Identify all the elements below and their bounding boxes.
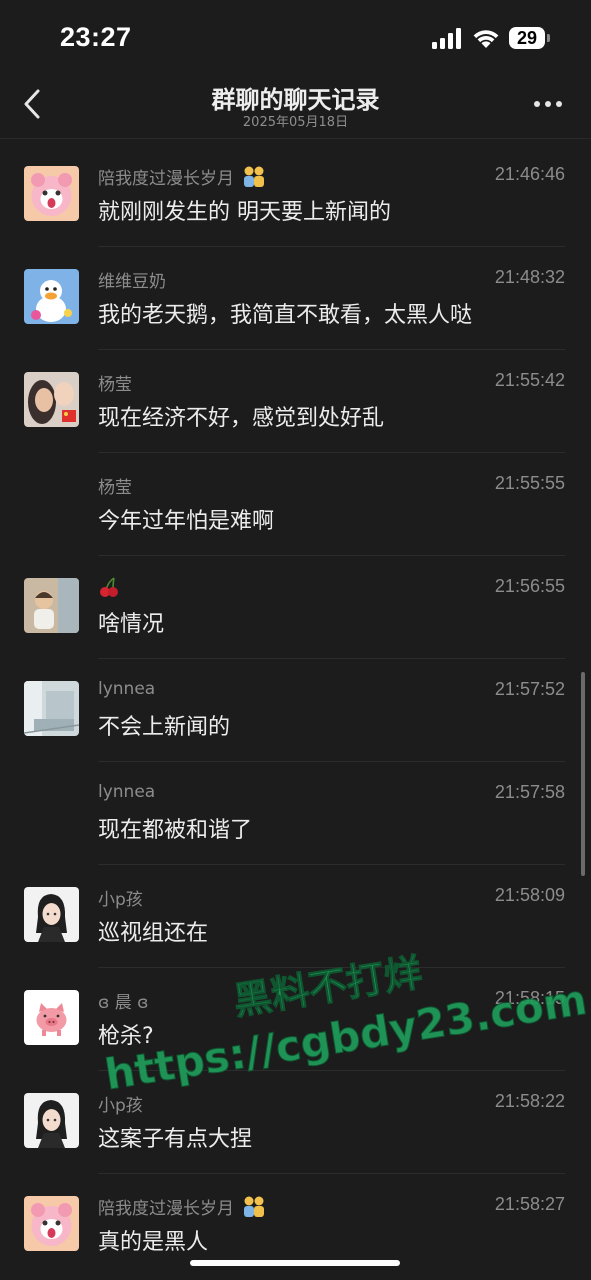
message-row[interactable]: 杨莹 21:55:42 现在经济不好，感觉到处好乱 bbox=[0, 350, 591, 453]
anime-girl-avatar[interactable] bbox=[24, 1093, 79, 1148]
pig-avatar[interactable] bbox=[24, 990, 79, 1045]
message-row[interactable]: 陪我度过漫长岁月 21:46:46 就刚刚发生的 明天要上新闻的 bbox=[0, 144, 591, 247]
sender-name: 陪我度过漫长岁月 bbox=[98, 1194, 267, 1219]
page-title: 群聊的聊天记录 bbox=[211, 86, 380, 114]
message-row[interactable]: 小p孩 21:58:22 这案子有点大捏 bbox=[0, 1071, 591, 1174]
sender-name: 维维豆奶 bbox=[98, 272, 166, 292]
message-text: 不会上新闻的 bbox=[98, 715, 231, 740]
nav-bar: 群聊的聊天记录 2025年05月18日 bbox=[0, 70, 591, 139]
page-subtitle-date: 2025年05月18日 bbox=[242, 115, 349, 130]
selfie-avatar[interactable] bbox=[24, 372, 79, 427]
dot bbox=[556, 101, 562, 107]
message-row[interactable]: 杨莹 21:55:55 今年过年怕是难啊 bbox=[0, 453, 591, 556]
battery-nub bbox=[547, 34, 550, 42]
message-time: 21:57:58 bbox=[494, 782, 565, 802]
pink-cartoon-avatar[interactable] bbox=[24, 166, 79, 221]
message-text: 枪杀? bbox=[98, 1024, 154, 1049]
sender-name: 小p孩 bbox=[98, 1096, 143, 1116]
battery-icon: 29 bbox=[509, 27, 551, 51]
wifi-icon bbox=[473, 30, 499, 48]
child-photo-avatar[interactable] bbox=[24, 578, 79, 633]
sender-name: lynnea bbox=[98, 782, 156, 802]
couple-emoji-icon bbox=[244, 1196, 265, 1217]
couple-emoji-icon bbox=[244, 166, 265, 187]
sender-name-text: 陪我度过漫长岁月 bbox=[98, 1199, 234, 1219]
status-time: 23:27 bbox=[60, 22, 132, 52]
message-time: 21:48:32 bbox=[494, 267, 565, 287]
sender-name: lynnea bbox=[98, 679, 156, 699]
scrollbar[interactable] bbox=[581, 672, 585, 876]
home-indicator[interactable] bbox=[190, 1260, 400, 1266]
message-text: 今年过年怕是难啊 bbox=[98, 509, 275, 534]
message-time: 21:46:46 bbox=[494, 164, 565, 184]
message-row[interactable]: 小p孩 21:58:09 巡视组还在 bbox=[0, 865, 591, 968]
sender-name: 陪我度过漫长岁月 bbox=[98, 164, 267, 189]
message-text: 我的老天鹅，我简直不敢看，太黑人哒 bbox=[98, 303, 473, 328]
sender-name-text: 陪我度过漫长岁月 bbox=[98, 169, 234, 189]
cellular-signal-icon bbox=[432, 28, 461, 49]
pink-cartoon-avatar[interactable] bbox=[24, 1196, 79, 1251]
message-list[interactable]: 陪我度过漫长岁月 21:46:46 就刚刚发生的 明天要上新闻的 维维豆奶 21… bbox=[0, 144, 591, 1277]
message-row[interactable]: lynnea 21:57:58 现在都被和谐了 bbox=[0, 762, 591, 865]
message-time: 21:57:52 bbox=[494, 679, 565, 699]
message-text: 就刚刚发生的 明天要上新闻的 bbox=[98, 200, 391, 225]
message-row[interactable]: lynnea 21:57:52 不会上新闻的 bbox=[0, 659, 591, 762]
anime-girl-avatar[interactable] bbox=[24, 887, 79, 942]
battery-level: 29 bbox=[516, 28, 538, 48]
message-time: 21:58:09 bbox=[494, 885, 565, 905]
sender-name bbox=[98, 576, 120, 603]
sender-name: 杨莹 bbox=[98, 375, 132, 395]
sender-name: 杨莹 bbox=[98, 478, 132, 498]
message-text: 现在经济不好，感觉到处好乱 bbox=[98, 406, 385, 431]
cherry-emoji-icon bbox=[100, 577, 118, 597]
room-photo-avatar[interactable] bbox=[24, 681, 79, 736]
message-text: 巡视组还在 bbox=[98, 921, 209, 946]
sender-name: ɞ 晨 ɞ bbox=[98, 993, 149, 1013]
sender-name: 小p孩 bbox=[98, 890, 143, 910]
message-time: 21:58:27 bbox=[494, 1194, 565, 1214]
status-bar: 23:27 29 bbox=[0, 0, 591, 70]
message-time: 21:55:55 bbox=[494, 473, 565, 493]
message-row[interactable]: ɞ 晨 ɞ 21:58:15 枪杀? bbox=[0, 968, 591, 1071]
message-time: 21:58:15 bbox=[494, 988, 565, 1008]
message-text: 啥情况 bbox=[98, 612, 165, 637]
message-time: 21:55:42 bbox=[494, 370, 565, 390]
message-text: 真的是黑人 bbox=[98, 1230, 209, 1255]
message-time: 21:58:22 bbox=[494, 1091, 565, 1111]
message-time: 21:56:55 bbox=[494, 576, 565, 596]
dot bbox=[545, 101, 551, 107]
more-options-icon[interactable] bbox=[528, 92, 568, 116]
message-row[interactable]: 维维豆奶 21:48:32 我的老天鹅，我简直不敢看，太黑人哒 bbox=[0, 247, 591, 350]
duck-avatar[interactable] bbox=[24, 269, 79, 324]
message-text: 现在都被和谐了 bbox=[98, 818, 253, 843]
message-text: 这案子有点大捏 bbox=[98, 1127, 253, 1152]
message-row[interactable]: 21:56:55 啥情况 bbox=[0, 556, 591, 659]
dot bbox=[534, 101, 540, 107]
